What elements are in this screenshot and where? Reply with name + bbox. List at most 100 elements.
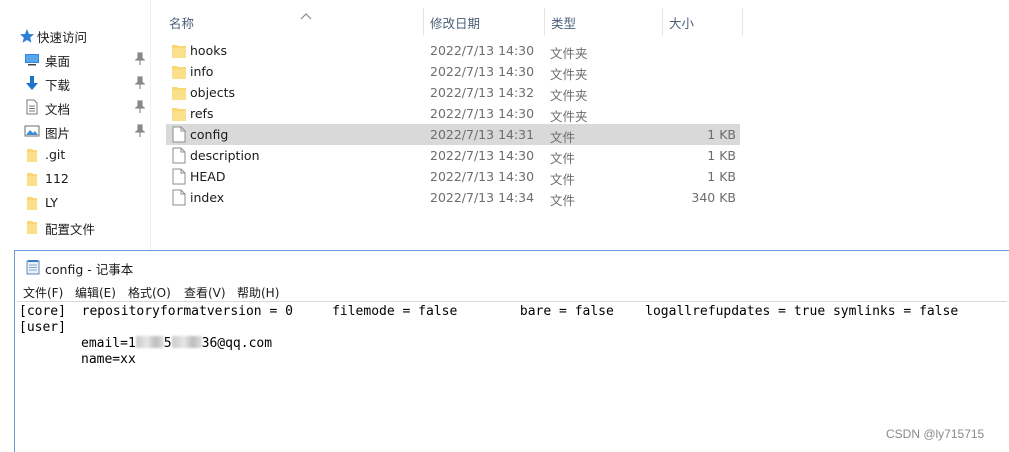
email-mid: 5	[163, 336, 172, 351]
menu-file[interactable]: 文件(F)	[23, 284, 63, 301]
nav-item-label: .git	[45, 147, 66, 162]
watermark: CSDN @ly715715	[886, 427, 985, 441]
documents-icon	[26, 99, 38, 115]
column-header-label: 类型	[551, 15, 577, 31]
notepad-titlebar[interactable]: config - 记事本	[15, 251, 1009, 282]
nav-item-label: 文档	[45, 102, 71, 117]
file-modified: 2022/7/13 14:32	[430, 85, 535, 100]
nav-item-desktop[interactable]: 桌面	[0, 47, 151, 71]
folder-icon	[172, 66, 186, 79]
file-explorer-window: 快速访问 桌面 下载 文档 图片 .git 112 LY 配置文件 名称 修改日…	[0, 0, 1009, 250]
file-size: 1 KB	[707, 148, 736, 163]
file-type: 文件	[550, 172, 576, 187]
file-row[interactable]: description 2022/7/13 14:30 文件 1 KB	[166, 145, 740, 166]
nav-item-config-files[interactable]: 配置文件	[0, 215, 151, 239]
file-list-pane: 名称 修改日期 类型 大小 hooks 2022/7/13 14:30 文件夹 …	[151, 0, 1009, 250]
pin-icon[interactable]	[134, 100, 146, 114]
nav-item-git[interactable]: .git	[0, 143, 151, 167]
menu-format[interactable]: 格式(O)	[128, 284, 171, 301]
window-title: config - 记事本	[45, 262, 134, 277]
file-type: 文件	[550, 130, 576, 145]
nav-item-downloads[interactable]: 下载	[0, 71, 151, 95]
file-size: 1 KB	[707, 127, 736, 142]
file-name: info	[190, 64, 214, 79]
nav-item-112[interactable]: 112	[0, 167, 151, 191]
nav-item-ly[interactable]: LY	[0, 191, 151, 215]
folder-icon	[172, 108, 186, 121]
file-icon	[172, 147, 186, 164]
column-header-name[interactable]: 名称	[163, 8, 424, 36]
nav-item-label: 112	[45, 171, 69, 186]
nav-item-label: 快速访问	[37, 30, 88, 45]
file-row[interactable]: HEAD 2022/7/13 14:30 文件 1 KB	[166, 166, 740, 187]
column-header-label: 修改日期	[430, 15, 481, 31]
file-modified: 2022/7/13 14:31	[430, 127, 535, 142]
nav-quick-access[interactable]: 快速访问	[0, 23, 151, 47]
text-line-email: email=1 5 36@qq.com	[81, 336, 272, 352]
file-type: 文件夹	[550, 46, 588, 61]
column-header-label: 大小	[669, 15, 695, 31]
notepad-text-area[interactable]: [core] repositoryformatversion = 0 filem…	[17, 301, 1007, 451]
file-modified: 2022/7/13 14:30	[430, 148, 535, 163]
nav-item-label: 图片	[45, 126, 71, 141]
column-header-type[interactable]: 类型	[545, 8, 663, 36]
file-modified: 2022/7/13 14:30	[430, 169, 535, 184]
folder-icon	[27, 197, 37, 210]
file-icon	[172, 126, 186, 143]
notepad-icon	[26, 260, 40, 275]
file-row[interactable]: objects 2022/7/13 14:32 文件夹	[166, 82, 740, 103]
file-name: HEAD	[190, 169, 226, 184]
email-prefix: email=1	[81, 336, 136, 351]
file-modified: 2022/7/13 14:30	[430, 43, 535, 58]
menu-help[interactable]: 帮助(H)	[237, 284, 279, 301]
nav-item-pictures[interactable]: 图片	[0, 119, 151, 143]
nav-item-label: LY	[45, 195, 58, 210]
desktop-icon	[25, 54, 39, 66]
notepad-window: config - 记事本 文件(F) 编辑(E) 格式(O) 查看(V) 帮助(…	[14, 250, 1009, 452]
file-type: 文件夹	[550, 109, 588, 124]
folder-icon	[172, 87, 186, 100]
redacted-blur	[135, 336, 164, 348]
file-name: refs	[190, 106, 214, 121]
folder-icon	[27, 173, 37, 186]
notepad-menubar: 文件(F) 编辑(E) 格式(O) 查看(V) 帮助(H)	[15, 282, 1009, 301]
column-header-size[interactable]: 大小	[663, 8, 743, 36]
nav-item-documents[interactable]: 文档	[0, 95, 151, 119]
file-name: objects	[190, 85, 236, 100]
text-line: [user]	[19, 320, 66, 335]
folder-icon	[172, 45, 186, 58]
text-line: name=xx	[81, 352, 136, 367]
menu-view[interactable]: 查看(V)	[184, 284, 226, 301]
file-modified: 2022/7/13 14:34	[430, 190, 535, 205]
pin-icon[interactable]	[134, 76, 146, 90]
file-name: hooks	[190, 43, 227, 58]
redacted-blur	[171, 336, 202, 348]
file-row[interactable]: hooks 2022/7/13 14:30 文件夹	[166, 40, 740, 61]
nav-item-label: 桌面	[45, 54, 71, 69]
navigation-pane: 快速访问 桌面 下载 文档 图片 .git 112 LY 配置文件	[0, 0, 151, 250]
file-icon	[172, 189, 186, 206]
file-modified: 2022/7/13 14:30	[430, 64, 535, 79]
pictures-icon	[24, 125, 40, 137]
file-row[interactable]: index 2022/7/13 14:34 文件 340 KB	[166, 187, 740, 208]
menu-edit[interactable]: 编辑(E)	[75, 284, 116, 301]
column-header-modified[interactable]: 修改日期	[424, 8, 545, 36]
file-row-selected[interactable]: config 2022/7/13 14:31 文件 1 KB	[166, 124, 740, 145]
file-type: 文件夹	[550, 88, 588, 103]
file-type: 文件	[550, 193, 576, 208]
file-type: 文件	[550, 151, 576, 166]
star-icon	[20, 29, 34, 43]
file-name: config	[190, 127, 229, 142]
file-size: 340 KB	[691, 190, 736, 205]
pin-icon[interactable]	[134, 52, 146, 66]
folder-icon	[27, 221, 37, 234]
nav-item-label: 配置文件	[45, 222, 96, 237]
file-row[interactable]: refs 2022/7/13 14:30 文件夹	[166, 103, 740, 124]
pin-icon[interactable]	[134, 124, 146, 138]
email-suffix: 36@qq.com	[201, 336, 273, 351]
file-name: description	[190, 148, 260, 163]
file-modified: 2022/7/13 14:30	[430, 106, 535, 121]
column-header-label: 名称	[169, 15, 195, 31]
file-icon	[172, 168, 186, 185]
file-row[interactable]: info 2022/7/13 14:30 文件夹	[166, 61, 740, 82]
